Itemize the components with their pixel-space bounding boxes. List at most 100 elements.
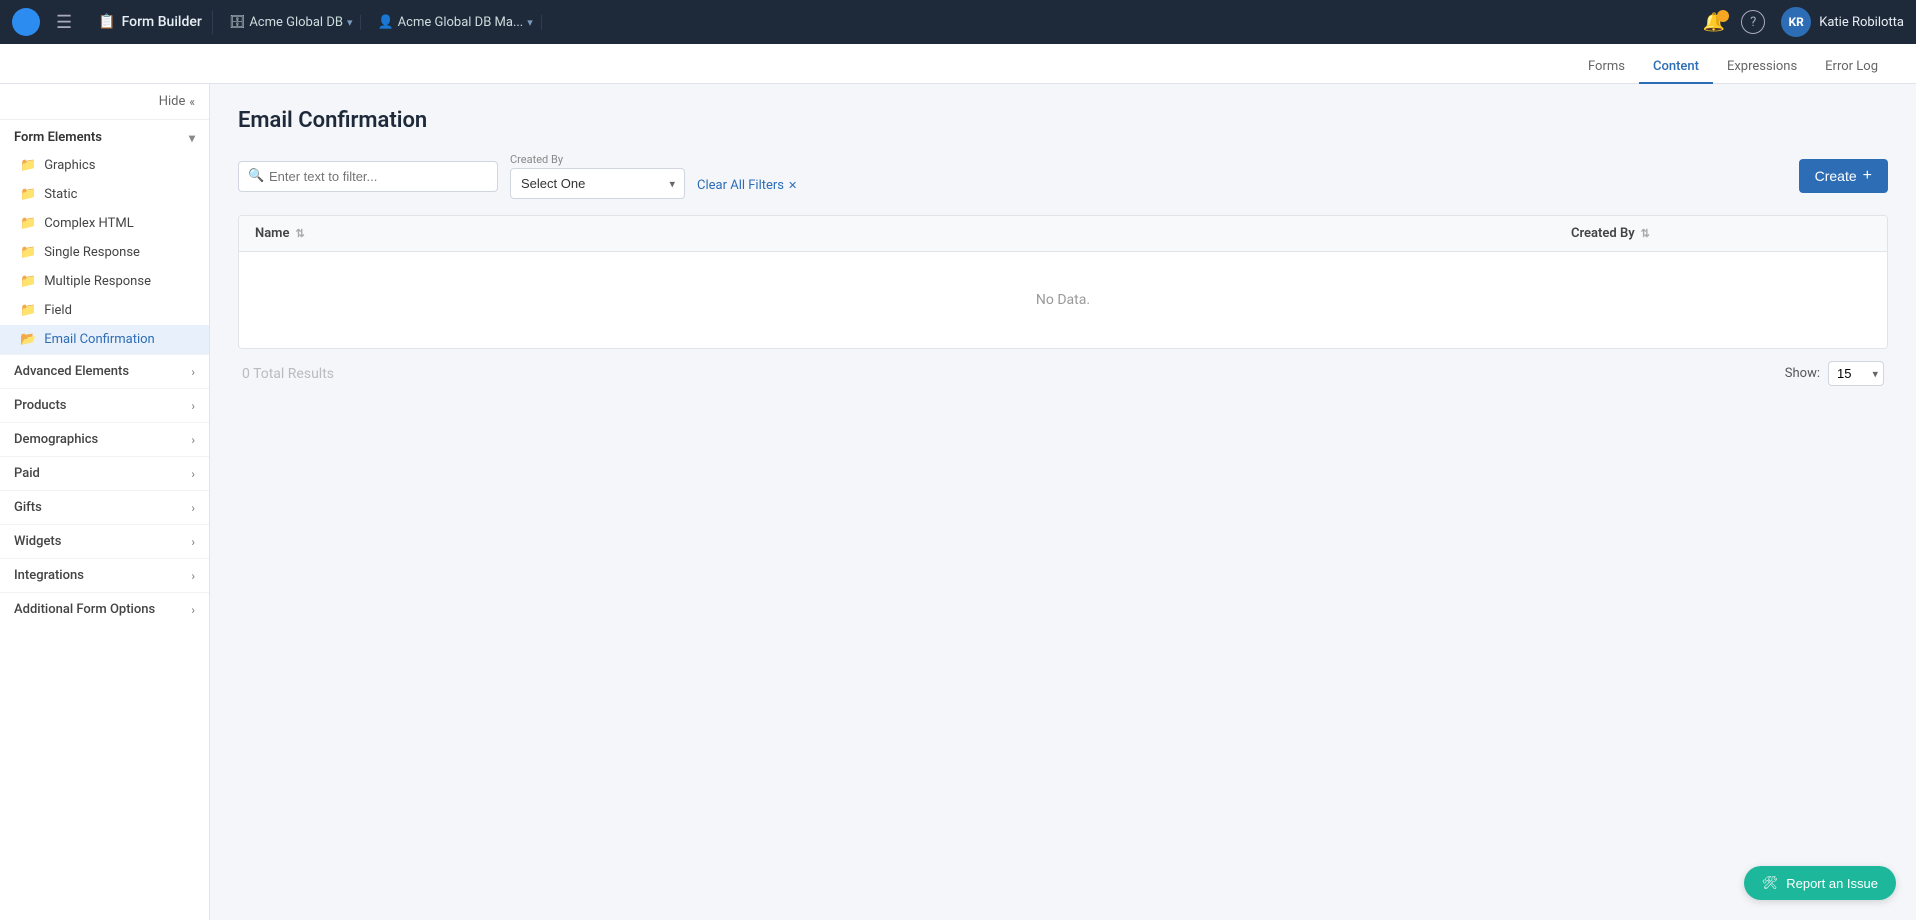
sidebar-item-field[interactable]: 📁 Field — [0, 296, 209, 325]
folder-icon: 📁 — [20, 245, 36, 260]
form-builder-icon: 📋 — [98, 14, 115, 30]
chevron-right-icon: › — [191, 569, 195, 583]
clear-all-filters-label: Clear All Filters — [697, 178, 784, 193]
user-context-dropdown[interactable]: 👤 Acme Global DB Ma... ▾ — [369, 15, 541, 30]
filter-bar: 🔍 Created By Select One ▾ Clear All Filt… — [238, 153, 1888, 199]
show-label: Show: — [1785, 366, 1820, 381]
folder-icon: 📁 — [20, 158, 36, 173]
page-title: Email Confirmation — [238, 108, 1888, 133]
col-name-label: Name — [255, 226, 289, 241]
table-col-name: Name ⇅ — [255, 226, 1571, 241]
report-issue-label: Report an Issue — [1786, 876, 1878, 891]
help-button[interactable]: ? — [1741, 10, 1765, 34]
sidebar-item-static[interactable]: 📁 Static — [0, 180, 209, 209]
layout: Hide « Form Elements ▾ 📁 Graphics 📁 Stat… — [0, 84, 1916, 920]
sidebar-item-demographics[interactable]: Demographics › — [0, 422, 209, 456]
db-chevron-icon: ▾ — [347, 16, 353, 29]
sidebar-item-multiple-response[interactable]: 📁 Multiple Response — [0, 267, 209, 296]
created-by-select-wrapper: Select One ▾ — [510, 168, 685, 199]
chevron-right-icon: › — [191, 603, 195, 617]
widgets-label: Widgets — [14, 534, 61, 549]
tab-content[interactable]: Content — [1639, 51, 1713, 84]
folder-icon: 📁 — [20, 274, 36, 289]
sidebar-item-single-response[interactable]: 📁 Single Response — [0, 238, 209, 267]
clear-all-filters-button[interactable]: Clear All Filters ✕ — [697, 178, 797, 193]
sidebar-item-widgets[interactable]: Widgets › — [0, 524, 209, 558]
hamburger-icon[interactable]: ☰ — [48, 8, 80, 37]
created-by-select[interactable]: Select One — [510, 168, 685, 199]
search-wrap: 🔍 — [238, 161, 498, 192]
hide-chevron-icon: « — [189, 95, 195, 109]
user-context-label: Acme Global DB Ma... — [398, 15, 524, 30]
db-dropdown[interactable]: 🗄 Acme Global DB ▾ — [221, 15, 362, 30]
total-results-label: 0 Total Results — [242, 366, 334, 382]
app-logo[interactable] — [12, 8, 40, 36]
hide-label: Hide — [159, 94, 186, 109]
col-created-by-label: Created By — [1571, 226, 1635, 241]
form-elements-section[interactable]: Form Elements ▾ — [0, 120, 209, 151]
sort-icon-name[interactable]: ⇅ — [295, 227, 304, 240]
sidebar-item-advanced-elements[interactable]: Advanced Elements › — [0, 354, 209, 388]
sidebar-item-label: Graphics — [44, 158, 95, 173]
products-label: Products — [14, 398, 66, 413]
sidebar-item-paid[interactable]: Paid › — [0, 456, 209, 490]
show-wrapper: Show: 15 25 50 100 ▾ — [1785, 361, 1884, 386]
chevron-right-icon: › — [191, 399, 195, 413]
sort-icon-created[interactable]: ⇅ — [1641, 227, 1650, 240]
gifts-label: Gifts — [14, 500, 42, 515]
avatar: KR — [1781, 7, 1811, 37]
sidebar-item-additional-form-options[interactable]: Additional Form Options › — [0, 592, 209, 626]
db-label: Acme Global DB — [249, 15, 343, 30]
plus-icon: + — [1863, 167, 1872, 185]
folder-icon: 📁 — [20, 216, 36, 231]
clear-icon: ✕ — [788, 179, 797, 192]
table-header: Name ⇅ Created By ⇅ — [239, 216, 1887, 252]
sub-nav: Forms Content Expressions Error Log — [0, 44, 1916, 84]
sidebar-item-email-confirmation[interactable]: 📂 Email Confirmation — [0, 325, 209, 354]
notification-bell[interactable]: 🔔 — [1703, 12, 1725, 33]
sidebar-hide-button[interactable]: Hide « — [159, 94, 195, 109]
sidebar-item-integrations[interactable]: Integrations › — [0, 558, 209, 592]
report-issue-icon: 🛠 — [1762, 875, 1779, 891]
table-body-no-data: No Data. — [239, 252, 1887, 348]
tab-forms[interactable]: Forms — [1574, 51, 1639, 84]
advanced-elements-label: Advanced Elements — [14, 364, 129, 379]
chevron-right-icon: › — [191, 433, 195, 447]
integrations-label: Integrations — [14, 568, 84, 583]
no-data-label: No Data. — [1036, 292, 1090, 308]
bell-badge — [1717, 10, 1729, 22]
folder-icon: 📂 — [20, 332, 36, 347]
additional-form-options-label: Additional Form Options — [14, 602, 155, 617]
tab-error-log[interactable]: Error Log — [1811, 51, 1892, 84]
main-content: Email Confirmation 🔍 Created By Select O… — [210, 84, 1916, 920]
sidebar-item-graphics[interactable]: 📁 Graphics — [0, 151, 209, 180]
table-col-created-by: Created By ⇅ — [1571, 226, 1871, 241]
created-by-label: Created By — [510, 153, 685, 166]
created-by-wrap: Created By Select One ▾ — [510, 153, 685, 199]
sidebar-item-label: Field — [44, 303, 72, 318]
table-footer: 0 Total Results Show: 15 25 50 100 ▾ — [238, 349, 1888, 386]
paid-label: Paid — [14, 466, 40, 481]
form-elements-label: Form Elements — [14, 130, 102, 145]
tab-expressions[interactable]: Expressions — [1713, 51, 1811, 84]
chevron-right-icon: › — [191, 535, 195, 549]
sidebar-item-complex-html[interactable]: 📁 Complex HTML — [0, 209, 209, 238]
sidebar-header: Hide « — [0, 84, 209, 120]
form-builder-nav-section: 📋 Form Builder — [88, 10, 213, 34]
chevron-right-icon: › — [191, 501, 195, 515]
form-builder-label: Form Builder — [122, 14, 202, 30]
chevron-right-icon: › — [191, 365, 195, 379]
sidebar-item-label: Multiple Response — [44, 274, 151, 289]
create-button[interactable]: Create + — [1799, 159, 1888, 193]
show-select-wrap: 15 25 50 100 ▾ — [1828, 361, 1884, 386]
search-input[interactable] — [238, 161, 498, 192]
search-input-wrap: 🔍 — [238, 161, 498, 192]
sidebar-item-gifts[interactable]: Gifts › — [0, 490, 209, 524]
sidebar-item-products[interactable]: Products › — [0, 388, 209, 422]
report-issue-button[interactable]: 🛠 Report an Issue — [1744, 866, 1896, 900]
user-menu[interactable]: KR Katie Robilotta — [1781, 7, 1904, 37]
nav-right: 🔔 ? KR Katie Robilotta — [1703, 7, 1904, 37]
show-select[interactable]: 15 25 50 100 — [1828, 361, 1884, 386]
chevron-right-icon: › — [191, 467, 195, 481]
sidebar-item-label: Email Confirmation — [44, 332, 155, 347]
